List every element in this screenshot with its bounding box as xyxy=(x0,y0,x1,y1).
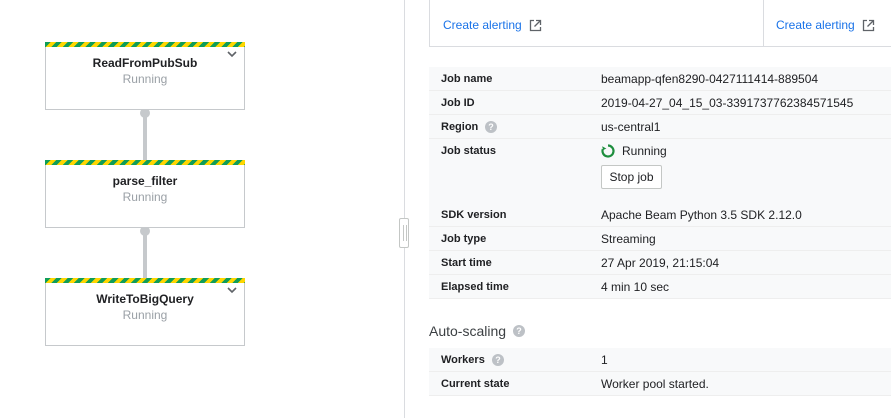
job-info-table: Job name beamapp-qfen8290-0427111414-889… xyxy=(429,67,891,205)
chevron-down-icon[interactable] xyxy=(227,50,237,58)
workers-value: 1 xyxy=(601,353,608,367)
job-id-row: Job ID 2019-04-27_04_15_03-3391737762384… xyxy=(429,91,891,115)
help-icon[interactable]: ? xyxy=(485,121,498,133)
elapsed-time-row: Elapsed time 4 min 10 sec xyxy=(429,275,891,299)
start-time-value: 27 Apr 2019, 21:15:04 xyxy=(601,256,720,270)
autoscaling-table: Workers ? 1 Current state Worker pool st… xyxy=(429,348,891,396)
node-status: Running xyxy=(122,72,168,86)
node-name: parse_filter xyxy=(112,174,178,188)
job-type-row: Job type Streaming xyxy=(429,227,891,251)
alerting-separator xyxy=(763,0,764,46)
open-in-new-icon xyxy=(529,19,541,31)
workers-row: Workers ? 1 xyxy=(429,348,891,372)
svg-text:?: ? xyxy=(489,122,495,132)
running-status-stripe xyxy=(45,42,245,47)
region-value: us-central1 xyxy=(601,120,661,134)
svg-text:?: ? xyxy=(516,326,522,336)
job-status-label: Job status xyxy=(441,145,497,157)
graph-node-read-from-pubsub[interactable]: ReadFromPubSub Running xyxy=(45,42,245,110)
autoscaling-title: Auto-scaling xyxy=(429,323,507,339)
node-status: Running xyxy=(122,190,168,204)
current-state-label: Current state xyxy=(441,378,510,390)
job-name-row: Job name beamapp-qfen8290-0427111414-889… xyxy=(429,67,891,91)
workers-label: Workers xyxy=(441,354,485,366)
running-spinner-icon xyxy=(601,144,615,158)
job-id-value: 2019-04-27_04_15_03-3391737762384571545 xyxy=(601,96,854,110)
autoscaling-heading: Auto-scaling ? xyxy=(429,323,526,339)
pipeline-graph[interactable]: ReadFromPubSub Running parse_filter Runn… xyxy=(0,0,404,418)
elapsed-time-value: 4 min 10 sec xyxy=(601,280,670,294)
chevron-down-icon[interactable] xyxy=(227,286,237,294)
create-alerting-link[interactable]: Create alerting xyxy=(776,18,875,32)
job-type-label: Job type xyxy=(441,233,487,245)
current-state-value: Worker pool started. xyxy=(601,377,709,391)
sdk-version-row: SDK version Apache Beam Python 3.5 SDK 2… xyxy=(429,203,891,227)
help-icon[interactable]: ? xyxy=(513,325,526,337)
job-details-panel: Create alerting Create alerting Job name… xyxy=(405,0,891,418)
sdk-version-value: Apache Beam Python 3.5 SDK 2.12.0 xyxy=(601,208,802,222)
job-id-label: Job ID xyxy=(441,97,475,109)
workers-label-group: Workers ? xyxy=(441,348,504,372)
region-label: Region xyxy=(441,121,479,133)
current-state-row: Current state Worker pool started. xyxy=(429,372,891,396)
sdk-info-table: SDK version Apache Beam Python 3.5 SDK 2… xyxy=(429,203,891,299)
region-label-group: Region ? xyxy=(441,115,498,139)
graph-node-write-to-bigquery[interactable]: WriteToBigQuery Running xyxy=(45,278,245,346)
job-type-value: Streaming xyxy=(601,232,656,246)
create-alerting-label: Create alerting xyxy=(776,18,855,32)
create-alerting-label: Create alerting xyxy=(443,18,522,32)
help-icon[interactable]: ? xyxy=(491,354,504,366)
create-alerting-link[interactable]: Create alerting xyxy=(443,18,542,32)
stop-job-button[interactable]: Stop job xyxy=(601,165,662,189)
job-name-label: Job name xyxy=(441,73,493,85)
node-name: WriteToBigQuery xyxy=(96,292,194,306)
running-status-stripe xyxy=(45,160,245,165)
region-row: Region ? us-central1 xyxy=(429,115,891,139)
job-status-value: Running xyxy=(622,144,667,158)
node-name: ReadFromPubSub xyxy=(92,56,198,70)
svg-text:?: ? xyxy=(495,355,501,365)
sdk-version-label: SDK version xyxy=(441,209,507,221)
job-name-value: beamapp-qfen8290-0427111414-889504 xyxy=(601,72,819,86)
job-status-value-group: Running xyxy=(601,139,667,163)
start-time-label: Start time xyxy=(441,257,492,269)
alerting-links: Create alerting Create alerting xyxy=(429,0,891,47)
open-in-new-icon xyxy=(862,19,874,31)
start-time-row: Start time 27 Apr 2019, 21:15:04 xyxy=(429,251,891,275)
node-status: Running xyxy=(122,308,168,322)
job-status-row: Job status Running Stop job xyxy=(429,139,891,205)
elapsed-time-label: Elapsed time xyxy=(441,281,509,293)
graph-node-parse-filter[interactable]: parse_filter Running xyxy=(45,160,245,228)
running-status-stripe xyxy=(45,278,245,283)
